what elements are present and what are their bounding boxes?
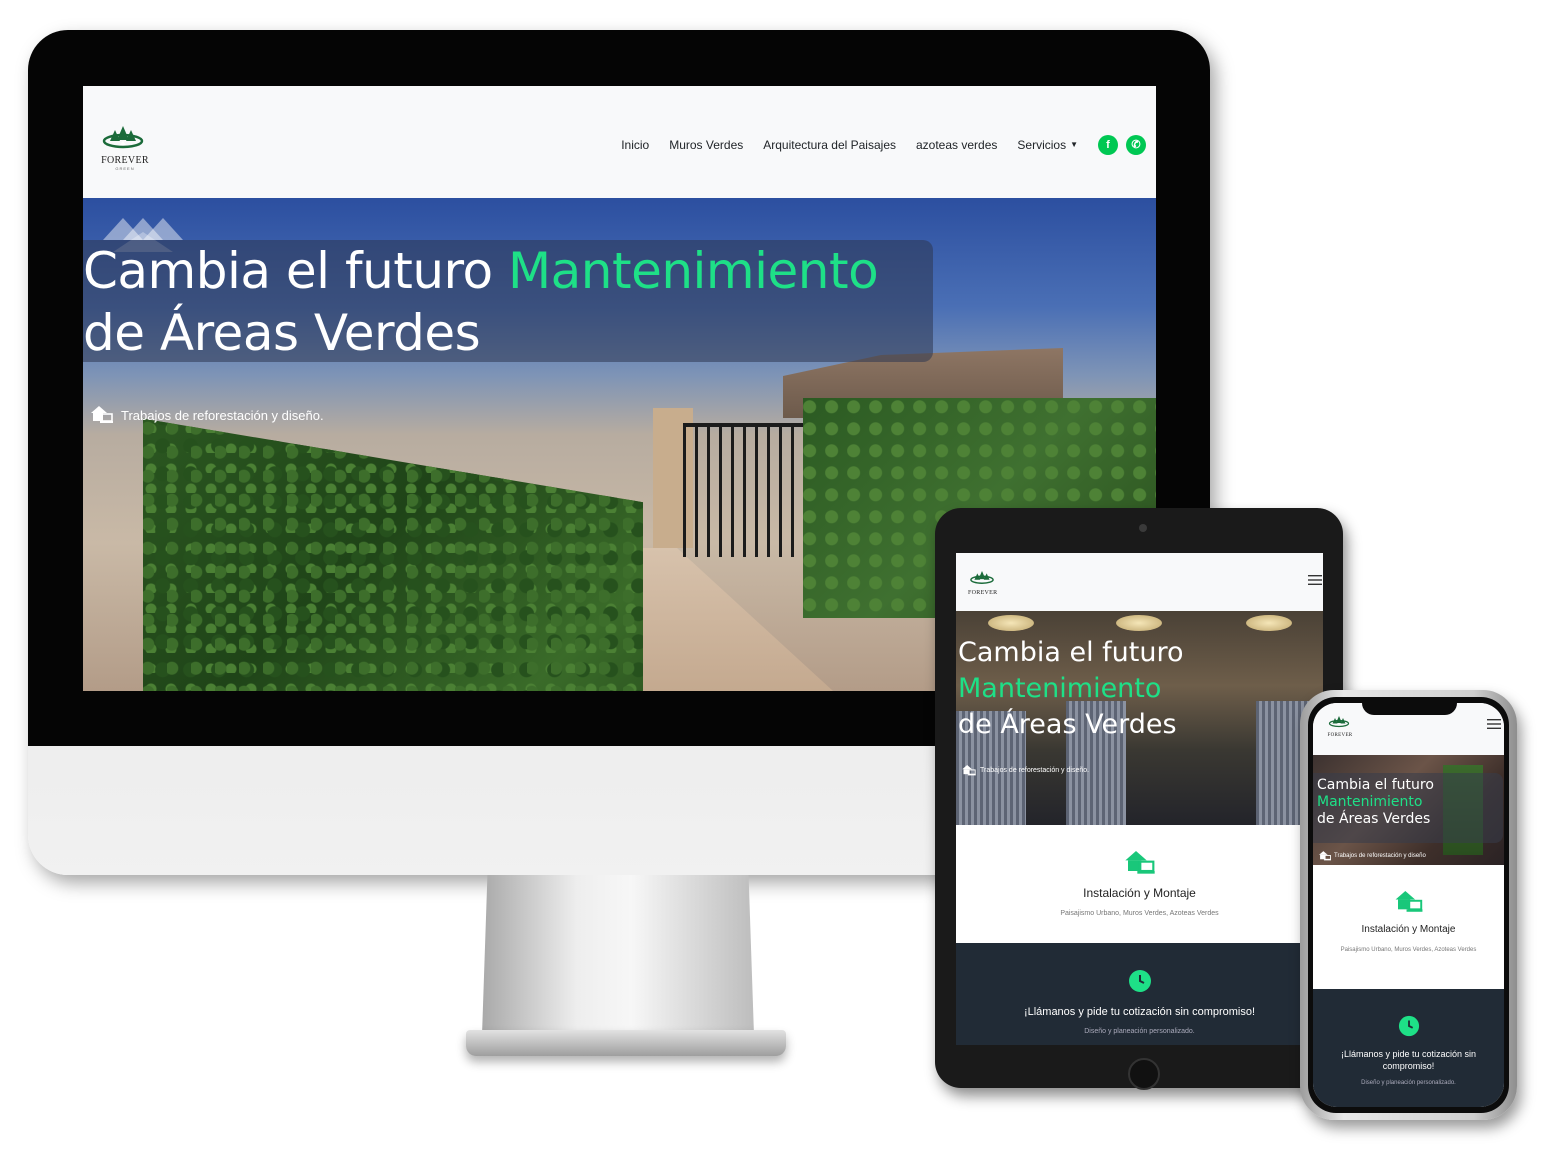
feature-card-installation: Instalación y Montaje Paisajismo Urbano,… bbox=[956, 825, 1323, 943]
hero-lamp bbox=[1116, 615, 1162, 631]
hero-subtitle: Trabajos de reforestación y diseño. bbox=[980, 767, 1090, 774]
tablet-screen: FOREVER Cambia el futuro Mantenimiento d… bbox=[956, 553, 1323, 1045]
desktop-brand-logo[interactable]: FOREVER GREEN bbox=[101, 126, 149, 171]
nav-link-muros-verdes[interactable]: Muros Verdes bbox=[669, 138, 743, 152]
hero-gate bbox=[683, 423, 808, 557]
hero-title-part2: de Áreas Verdes bbox=[958, 709, 1177, 740]
nav-link-inicio[interactable]: Inicio bbox=[621, 138, 649, 152]
nav-dropdown-servicios[interactable]: Servicios ▼ bbox=[1017, 138, 1078, 152]
house-laptop-icon bbox=[91, 406, 113, 423]
brand-name: FOREVER bbox=[968, 590, 998, 596]
feature-title: Instalación y Montaje bbox=[1083, 886, 1196, 900]
hamburger-menu-icon[interactable] bbox=[1487, 719, 1501, 729]
facebook-icon[interactable]: f bbox=[1098, 135, 1118, 155]
house-laptop-icon bbox=[1124, 851, 1155, 874]
hero-title-highlight: Mantenimiento bbox=[1317, 794, 1423, 810]
hero-title-part1: Cambia el futuro bbox=[958, 637, 1184, 668]
brand-tagline: GREEN bbox=[115, 166, 135, 171]
nav-link-azoteas[interactable]: azoteas verdes bbox=[916, 138, 997, 152]
caret-down-icon: ▼ bbox=[1070, 140, 1078, 149]
tablet-brand-logo[interactable]: FOREVER bbox=[968, 571, 998, 596]
tree-logo-icon bbox=[970, 571, 994, 584]
tablet-camera bbox=[1139, 524, 1147, 532]
house-laptop-icon bbox=[1395, 891, 1422, 912]
phone-screen: FOREVER Cambia el futuro Mantenimiento d… bbox=[1313, 703, 1504, 1107]
tree-logo-icon bbox=[102, 126, 144, 149]
desktop-monitor-base bbox=[466, 1030, 786, 1056]
feature-title: Instalación y Montaje bbox=[1361, 924, 1456, 935]
tablet-home-button bbox=[1128, 1058, 1160, 1090]
desktop-monitor-stand bbox=[482, 875, 754, 1035]
desktop-menu: Inicio Muros Verdes Arquitectura del Pai… bbox=[621, 138, 1078, 152]
hero-lamp bbox=[1246, 615, 1292, 631]
hero-title-highlight: Mantenimiento bbox=[958, 673, 1162, 704]
feature-text: Diseño y planeación personalizado. bbox=[1084, 1028, 1195, 1035]
brand-name: FOREVER bbox=[1327, 733, 1353, 738]
hamburger-menu-icon[interactable] bbox=[1308, 575, 1322, 585]
phone-notch bbox=[1362, 697, 1457, 715]
hero-title-highlight: Mantenimiento bbox=[508, 242, 879, 300]
tablet-hero: Cambia el futuro Mantenimiento de Áreas … bbox=[956, 611, 1323, 825]
hero-lamp bbox=[988, 615, 1034, 631]
nav-link-arquitectura[interactable]: Arquitectura del Paisajes bbox=[763, 138, 896, 152]
feature-title: ¡Llámanos y pide tu cotización sin compr… bbox=[1023, 1006, 1256, 1018]
tree-logo-icon bbox=[1328, 716, 1350, 728]
servicios-label: Servicios bbox=[1017, 138, 1067, 152]
hero-subtitle: Trabajos de reforestación y diseño. bbox=[121, 407, 324, 423]
tablet-navbar: FOREVER bbox=[956, 553, 1323, 611]
hero-title: Cambia el futuro Mantenimiento de Áreas … bbox=[1317, 777, 1434, 828]
house-laptop-icon bbox=[1319, 851, 1331, 861]
hero-title: Cambia el futuro Mantenimiento de Áreas … bbox=[958, 635, 1184, 743]
clock-icon bbox=[1398, 1015, 1419, 1037]
hero-subtitle: Trabajos de reforestación y diseño bbox=[1334, 853, 1426, 859]
hero-title-part2: de Áreas Verdes bbox=[83, 304, 481, 362]
hero-subtitle-row: Trabajos de reforestación y diseño. bbox=[91, 406, 324, 424]
phone-hero: Cambia el futuro Mantenimiento de Áreas … bbox=[1313, 755, 1504, 865]
hero-subtitle-row: Trabajos de reforestación y diseño. bbox=[962, 765, 1089, 776]
feature-text: Diseño y planeación personalizado. bbox=[1361, 1080, 1456, 1086]
hero-title-part1: Cambia el futuro bbox=[83, 242, 493, 300]
feature-card-installation: Instalación y Montaje Paisajismo Urbano,… bbox=[1313, 865, 1504, 989]
whatsapp-icon[interactable]: ✆ bbox=[1126, 135, 1146, 155]
brand-name: FOREVER bbox=[101, 155, 149, 166]
hero-subtitle-row: Trabajos de reforestación y diseño bbox=[1319, 851, 1426, 861]
house-laptop-icon bbox=[962, 765, 976, 776]
feature-card-quote: ¡Llámanos y pide tu cotización sin compr… bbox=[1313, 989, 1504, 1107]
feature-card-quote: ¡Llámanos y pide tu cotización sin compr… bbox=[956, 943, 1323, 1045]
hero-title-part2: de Áreas Verdes bbox=[1317, 811, 1431, 827]
feature-title: ¡Llámanos y pide tu cotización sin compr… bbox=[1340, 1049, 1477, 1071]
desktop-navbar: FOREVER GREEN Inicio Muros Verdes Arquit… bbox=[83, 86, 1156, 198]
clock-icon bbox=[1128, 970, 1151, 992]
feature-text: Paisajismo Urbano, Muros Verdes, Azoteas… bbox=[1340, 947, 1477, 953]
phone-brand-logo[interactable]: FOREVER bbox=[1327, 715, 1353, 738]
hero-title: Cambia el futuro Mantenimiento de Áreas … bbox=[83, 240, 963, 364]
feature-text: Paisajismo Urbano, Muros Verdes, Azoteas… bbox=[1060, 910, 1219, 917]
hero-title-part1: Cambia el futuro bbox=[1317, 777, 1434, 793]
